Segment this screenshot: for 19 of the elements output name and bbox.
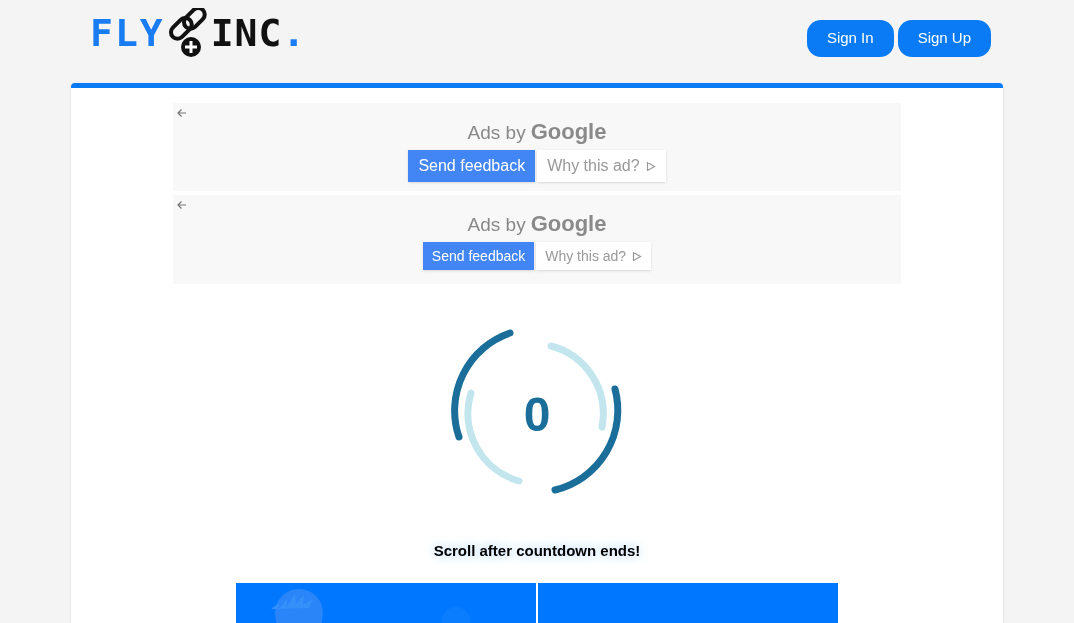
play-icon — [632, 250, 643, 262]
why-this-ad-button[interactable]: Why this ad? — [537, 150, 666, 182]
ads-by-label: Ads by — [467, 121, 526, 145]
back-arrow-icon[interactable] — [177, 200, 187, 210]
countdown-number: 0 — [523, 387, 551, 443]
ads-brand: Google — [530, 210, 607, 238]
ads-by-label: Ads by — [467, 213, 526, 237]
logo-text: FLY — [90, 14, 165, 52]
countdown-message: Scroll after countdown ends! — [433, 541, 641, 561]
ads-brand: Google — [530, 118, 607, 146]
logo-dot: . — [282, 14, 306, 52]
send-feedback-button[interactable]: Send feedback — [422, 242, 535, 270]
nav-button[interactable]: Sign Up — [897, 20, 991, 57]
why-this-ad-button[interactable]: Why this ad? — [536, 242, 652, 270]
logo-text: INC — [210, 14, 283, 52]
send-feedback-button[interactable]: Send feedback — [408, 150, 536, 182]
nav-button[interactable]: Sign In — [806, 20, 894, 57]
back-arrow-icon[interactable] — [177, 108, 187, 118]
play-icon — [645, 160, 656, 172]
